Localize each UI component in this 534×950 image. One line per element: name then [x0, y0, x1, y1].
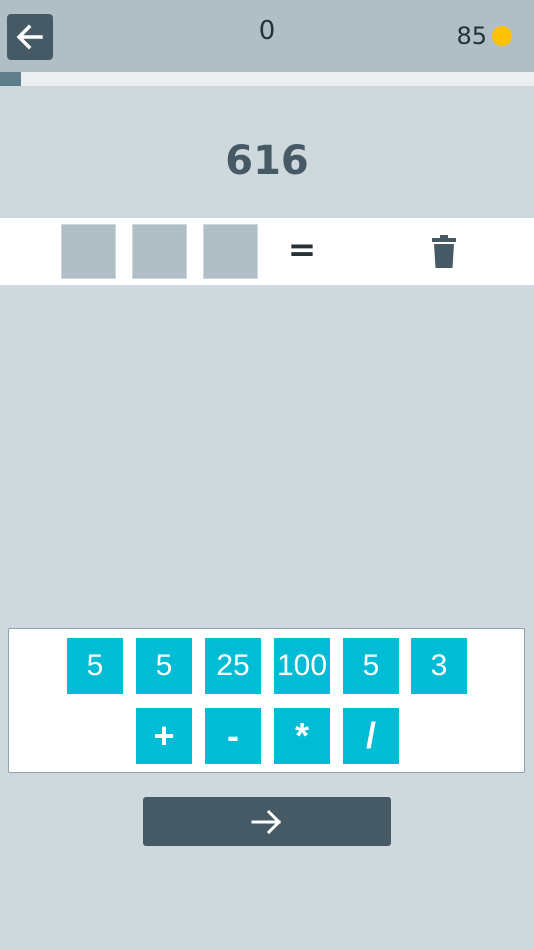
number-key[interactable]: 25: [205, 638, 261, 694]
target-number: 616: [225, 138, 309, 184]
top-bar: 0 85: [0, 0, 534, 72]
operator-key-plus[interactable]: +: [136, 708, 192, 764]
coin-icon: [492, 26, 512, 46]
progress-bar: [0, 72, 534, 86]
number-key[interactable]: 100: [274, 638, 330, 694]
next-button[interactable]: [143, 797, 391, 846]
progress-fill: [0, 72, 22, 86]
coins-display: 85: [456, 22, 512, 50]
number-key[interactable]: 5: [343, 638, 399, 694]
operator-key-divide[interactable]: /: [343, 708, 399, 764]
trash-icon: [432, 235, 456, 268]
equals-sign: =: [287, 230, 317, 270]
expression-slot-1[interactable]: [61, 224, 116, 279]
number-key[interactable]: 3: [411, 638, 467, 694]
clear-button[interactable]: [428, 234, 460, 274]
number-key[interactable]: 5: [67, 638, 123, 694]
expression-row: =: [0, 218, 534, 285]
keypad: 5 5 25 100 5 3 + - * /: [8, 628, 525, 773]
expression-slot-2[interactable]: [132, 224, 187, 279]
score-value: 0: [258, 16, 276, 46]
operator-key-minus[interactable]: -: [205, 708, 261, 764]
operator-key-multiply[interactable]: *: [274, 708, 330, 764]
arrow-right-icon: [251, 809, 282, 834]
number-key[interactable]: 5: [136, 638, 192, 694]
coins-value: 85: [456, 22, 487, 50]
expression-slot-3[interactable]: [203, 224, 258, 279]
